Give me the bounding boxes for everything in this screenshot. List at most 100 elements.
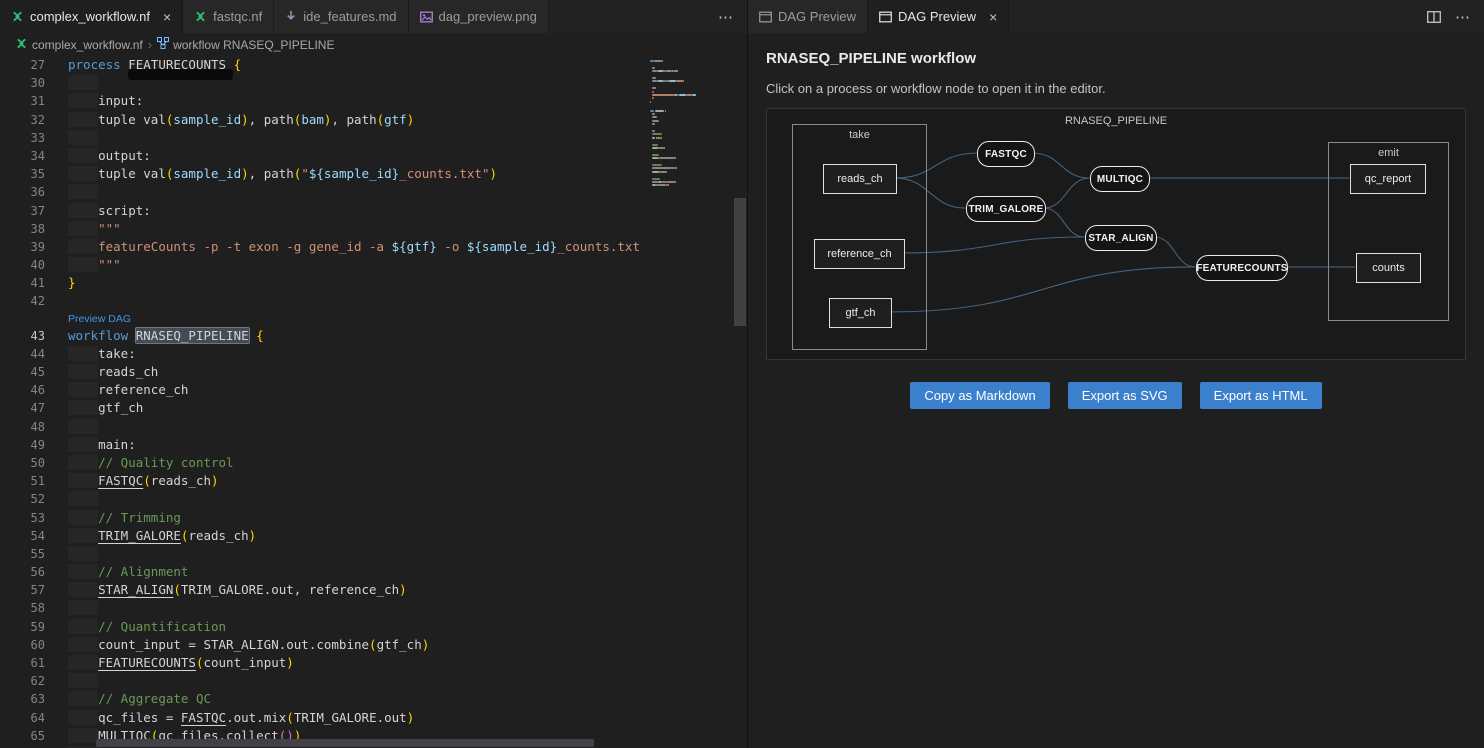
line-text: qc_files = FASTQC.out.mix(TRIM_GALORE.ou… xyxy=(45,709,414,727)
code-editor[interactable]: 27process FEATURECOUNTS {30 31 input:32 … xyxy=(0,56,747,748)
dag-node-counts[interactable]: counts xyxy=(1356,253,1421,283)
dag-node-trim_galore[interactable]: TRIM_GALORE xyxy=(966,196,1046,222)
dag-node-qc_report[interactable]: qc_report xyxy=(1350,164,1426,194)
dag-node-fastqc[interactable]: FASTQC xyxy=(977,141,1035,167)
close-icon[interactable]: × xyxy=(989,10,997,24)
minimap-line xyxy=(652,67,655,69)
minimap-line xyxy=(652,87,656,89)
line-number: 51 xyxy=(0,472,45,490)
line-text xyxy=(45,129,98,147)
code-line-49: 49 main: xyxy=(0,436,648,454)
line-text: output: xyxy=(45,147,151,165)
code-line-31: 31 input: xyxy=(0,92,648,110)
line-text xyxy=(45,183,98,201)
code-line-62: 62 xyxy=(0,672,648,690)
minimap-line xyxy=(657,184,666,186)
export-as-svg-button[interactable]: Export as SVG xyxy=(1068,382,1182,409)
line-text: // Alignment xyxy=(45,563,188,581)
line-text: input: xyxy=(45,92,143,110)
vertical-scrollbar-thumb[interactable] xyxy=(734,198,746,326)
breadcrumb-symbol[interactable]: workflow RNASEQ_PIPELINE xyxy=(157,37,334,52)
more-actions-icon[interactable]: ⋯ xyxy=(1455,8,1470,26)
dag-node-multiqc[interactable]: MULTIQC xyxy=(1090,166,1150,192)
line-number: 36 xyxy=(0,183,45,201)
minimap-line xyxy=(650,110,654,112)
panel-subtitle: Click on a process or workflow node to o… xyxy=(766,81,1484,96)
dag-node-star_align[interactable]: STAR_ALIGN xyxy=(1085,225,1157,251)
line-number: 55 xyxy=(0,545,45,563)
minimap-line xyxy=(662,60,663,62)
line-text: // Trimming xyxy=(45,509,181,527)
line-number: 54 xyxy=(0,527,45,545)
line-number: 33 xyxy=(0,129,45,147)
line-text: """ xyxy=(45,256,121,274)
tab-fastqc-nf[interactable]: fastqc.nf xyxy=(183,0,274,33)
export-buttons: Copy as Markdown Export as SVG Export as… xyxy=(748,382,1484,409)
line-number: 59 xyxy=(0,618,45,636)
tab-dag_preview-png[interactable]: dag_preview.png xyxy=(409,0,549,33)
line-number: 62 xyxy=(0,672,45,690)
dag-node-reads_ch[interactable]: reads_ch xyxy=(823,164,897,194)
minimap[interactable] xyxy=(648,56,733,748)
dag-diagram: RNASEQ_PIPELINEtakeemitreads_chreference… xyxy=(766,108,1466,360)
line-number: 37 xyxy=(0,202,45,220)
code-line-39: 39 featureCounts -p -t exon -g gene_id -… xyxy=(0,238,648,256)
editor-group-right: DAG PreviewDAG Preview× ⋯ RNASEQ_PIPELINE… xyxy=(747,0,1484,748)
line-number: 60 xyxy=(0,636,45,654)
minimap-line xyxy=(675,181,676,183)
line-text: tuple val(sample_id), path("${sample_id}… xyxy=(45,165,497,183)
editor-group-left: complex_workflow.nf×fastqc.nfide_feature… xyxy=(0,0,747,748)
minimap-line xyxy=(665,110,666,112)
line-text: STAR_ALIGN(TRIM_GALORE.out, reference_ch… xyxy=(45,581,407,599)
line-text: TRIM_GALORE(reads_ch) xyxy=(45,527,256,545)
line-number: 34 xyxy=(0,147,45,165)
close-icon[interactable]: × xyxy=(163,10,171,24)
tab-dag-preview[interactable]: DAG Preview× xyxy=(868,0,1009,33)
markdown-icon xyxy=(285,10,297,23)
export-as-html-button[interactable]: Export as HTML xyxy=(1200,382,1322,409)
line-number: 31 xyxy=(0,92,45,110)
line-text: reference_ch xyxy=(45,381,188,399)
codelens-preview-dag[interactable]: Preview DAG xyxy=(0,311,648,327)
minimap-line xyxy=(652,164,661,166)
code-line-54: 54 TRIM_GALORE(reads_ch) xyxy=(0,527,648,545)
split-editor-icon[interactable] xyxy=(1427,11,1441,23)
line-text: // Quantification xyxy=(45,618,226,636)
line-text: workflow RNASEQ_PIPELINE { xyxy=(45,327,264,345)
line-text: tuple val(sample_id), path(bam), path(gt… xyxy=(45,111,414,129)
page-title: RNASEQ_PIPELINE workflow xyxy=(766,50,1484,67)
code-line-38: 38 """ xyxy=(0,220,648,238)
line-text: FASTQC(reads_ch) xyxy=(45,472,219,490)
code-line-57: 57 STAR_ALIGN(TRIM_GALORE.out, reference… xyxy=(0,581,648,599)
line-number: 32 xyxy=(0,111,45,129)
dag-node-featurecounts[interactable]: FEATURECOUNTS xyxy=(1196,255,1288,281)
tab-complex_workflow-nf[interactable]: complex_workflow.nf× xyxy=(0,0,183,33)
line-number: 65 xyxy=(0,727,45,745)
code-line-34: 34 output: xyxy=(0,147,648,165)
vertical-scrollbar[interactable] xyxy=(733,56,747,748)
code-line-43: 43workflow RNASEQ_PIPELINE { xyxy=(0,327,648,345)
line-text xyxy=(45,292,68,310)
breadcrumb-file[interactable]: complex_workflow.nf xyxy=(15,37,143,53)
minimap-line xyxy=(659,157,675,159)
copy-as-markdown-button[interactable]: Copy as Markdown xyxy=(910,382,1049,409)
more-actions-icon[interactable]: ⋯ xyxy=(718,8,733,26)
line-text: } xyxy=(45,274,76,292)
line-text: count_input = STAR_ALIGN.out.combine(gtf… xyxy=(45,636,429,654)
tab-dag-preview[interactable]: DAG Preview xyxy=(748,0,868,33)
line-number: 35 xyxy=(0,165,45,183)
line-number: 53 xyxy=(0,509,45,527)
line-number: 44 xyxy=(0,345,45,363)
minimap-line xyxy=(652,133,662,135)
minimap-line xyxy=(669,80,676,82)
tab-ide_features-md[interactable]: ide_features.md xyxy=(274,0,408,33)
code-line-41: 41} xyxy=(0,274,648,292)
line-text xyxy=(45,599,98,617)
minimap-line xyxy=(666,171,667,173)
code-line-44: 44 take: xyxy=(0,345,648,363)
line-number: 52 xyxy=(0,490,45,508)
dag-node-gtf_ch[interactable]: gtf_ch xyxy=(829,298,892,328)
horizontal-scrollbar-thumb[interactable] xyxy=(96,739,594,747)
dag-node-reference_ch[interactable]: reference_ch xyxy=(814,239,905,269)
code-lines: 27process FEATURECOUNTS {30 31 input:32 … xyxy=(0,56,648,748)
